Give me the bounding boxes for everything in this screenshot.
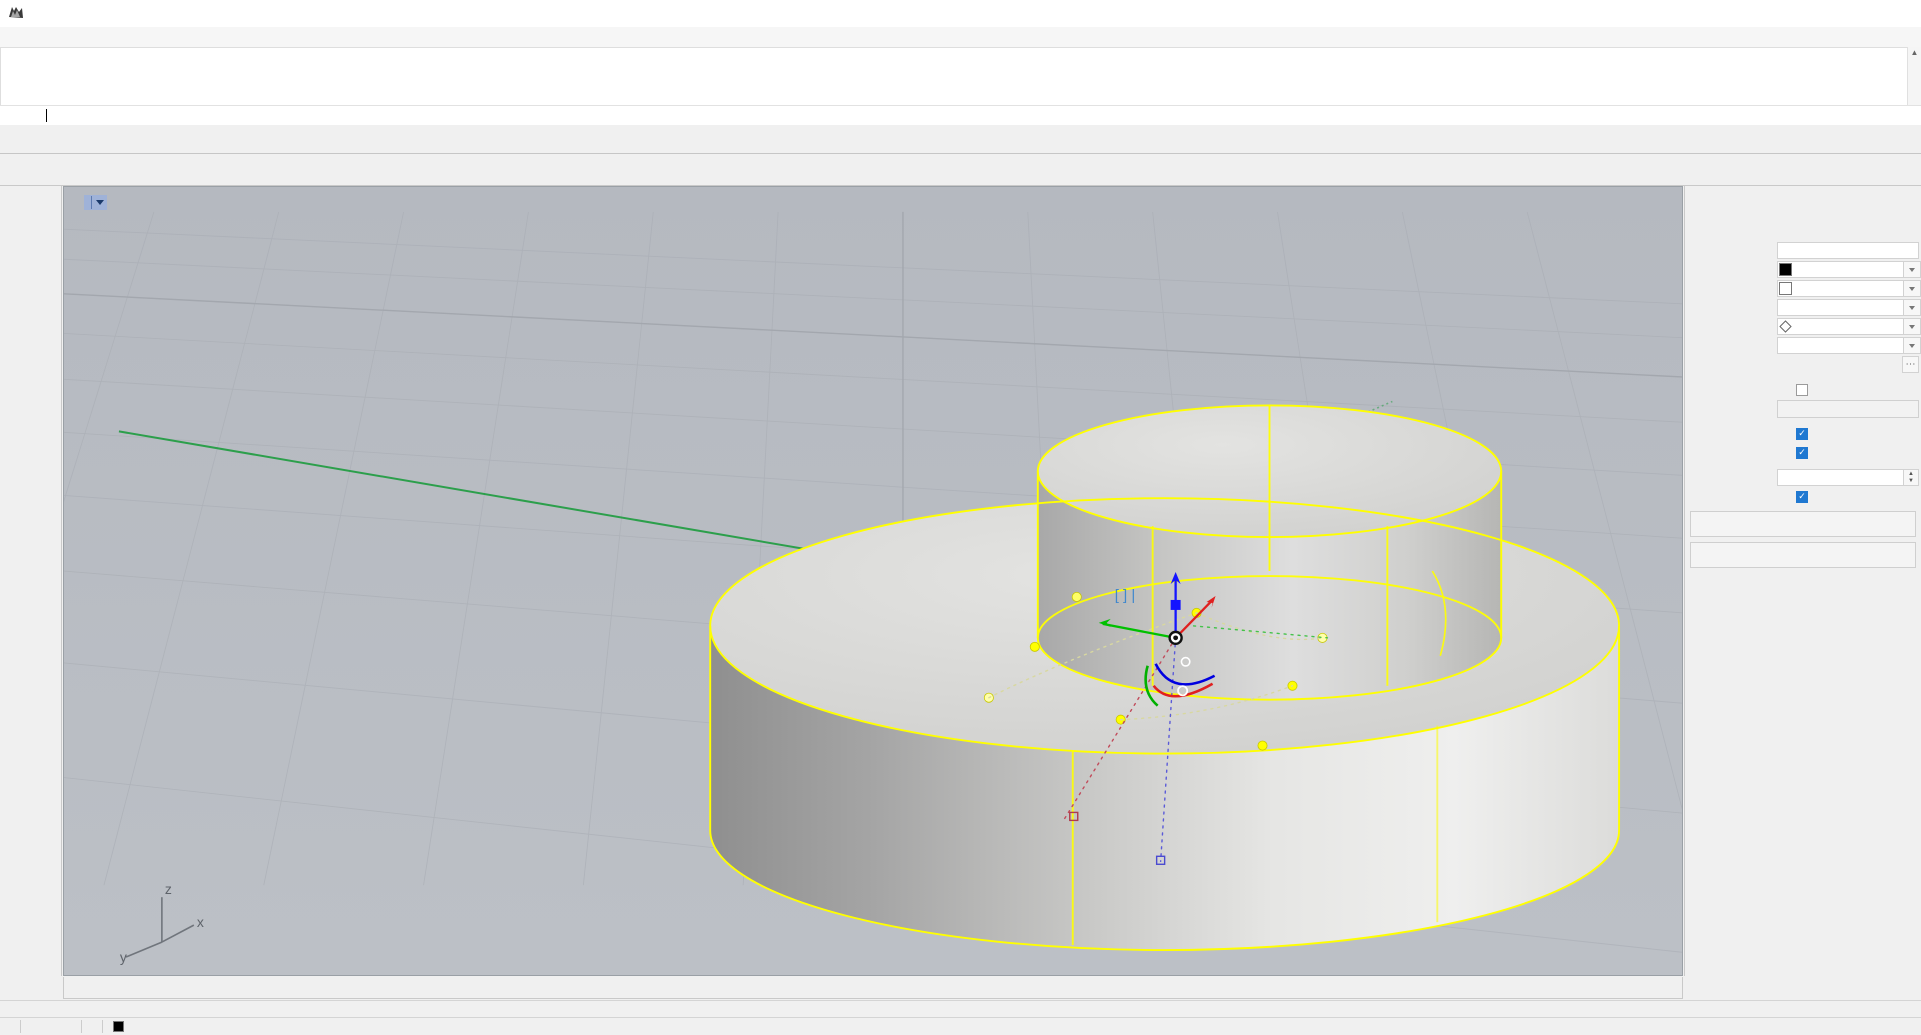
maximize-button[interactable] [1829,0,1875,27]
chevron-down-icon [1909,267,1915,272]
object-print-color-combo[interactable] [1777,318,1904,335]
left-tool-palette [0,186,62,976]
command-prompt-caret [46,109,47,122]
isocurve-density-stepper[interactable]: ▲ ▼ [1904,469,1919,486]
receive-shadows-checkbox[interactable]: ✓ [1796,446,1808,459]
diamond-icon [1779,320,1792,333]
object-print-color-dropdown-button[interactable] [1904,318,1921,335]
menu-bar [0,27,1921,47]
chevron-down-icon [1909,343,1915,348]
cast-shadows-row: ✓ [1685,424,1921,443]
viewport-tab-bar [63,977,1683,999]
object-print-width-row [1685,336,1921,355]
object-layer-combo[interactable] [1777,261,1904,278]
scroll-up-icon[interactable]: ▲ [1908,47,1921,59]
object-print-width-dropdown-button[interactable] [1904,337,1921,354]
chevron-down-icon [1909,305,1915,310]
rhino-application-window: ▲ ▼ [0,0,1921,1035]
object-linetype-combo[interactable] [1777,299,1904,316]
chevron-down-icon [1909,286,1915,291]
object-name-row [1685,241,1921,260]
panel-tab-row [1685,186,1921,212]
status-current-layer[interactable] [103,1021,138,1032]
status-bar [0,1017,1921,1035]
custom-mesh-row [1685,380,1921,399]
command-prompt[interactable] [0,105,1921,125]
viewport-3d-scene: [ ] | z x y [64,187,1682,975]
object-name-input[interactable] [1777,242,1919,259]
svg-text:y: y [120,949,127,965]
surface-isocurve-row: ✓ [1685,487,1921,506]
svg-text:x: x [197,914,204,930]
mesh-adjust-button[interactable] [1777,399,1919,418]
isocurve-density-row: ▲ ▼ [1685,468,1921,487]
window-controls [1783,0,1921,27]
object-print-width-combo[interactable] [1777,337,1904,354]
svg-text:[ ] |: [ ] | [1115,587,1136,604]
object-display-color-dropdown-button[interactable] [1904,280,1921,297]
chevron-down-icon[interactable] [96,200,104,205]
toolbar-tab-strip [0,126,1921,154]
object-snap-bar [0,1000,1921,1017]
properties-panel: ⋯ ✓ ✓ ▲ ▼ ✓ [1684,186,1921,976]
surface-isocurve-checkbox[interactable]: ✓ [1796,490,1808,503]
object-layer-row [1685,260,1921,279]
close-button[interactable] [1875,0,1921,27]
details-button[interactable] [1690,542,1916,568]
object-type-row [1685,222,1921,241]
stepper-up-icon[interactable]: ▲ [1904,470,1918,478]
object-layer-dropdown-button[interactable] [1904,261,1921,278]
svg-text:z: z [165,881,172,897]
command-history-line [1,52,1920,54]
chevron-down-icon [1909,324,1915,329]
object-display-color-combo[interactable] [1777,280,1904,297]
standard-icon-toolbar [0,154,1921,186]
match-properties-button[interactable] [1690,511,1916,537]
mesh-settings-row [1685,399,1921,418]
display-color-swatch [1779,282,1792,295]
title-bar [0,0,1921,28]
receive-shadows-row: ✓ [1685,443,1921,462]
viewport-title-label[interactable] [84,195,107,210]
object-display-color-row [1685,279,1921,298]
minimize-button[interactable] [1783,0,1829,27]
cast-shadows-checkbox[interactable]: ✓ [1796,427,1808,440]
stepper-down-icon[interactable]: ▼ [1904,477,1918,485]
perspective-viewport[interactable]: [ ] | z x y [63,186,1683,976]
object-linetype-dropdown-button[interactable] [1904,299,1921,316]
object-hyperlink-row: ⋯ [1685,355,1921,374]
current-layer-swatch [113,1021,124,1032]
isocurve-density-input[interactable] [1777,469,1904,486]
custom-mesh-checkbox[interactable] [1796,383,1808,396]
rhino-logo-icon [7,4,25,22]
object-linetype-row [1685,298,1921,317]
layer-color-swatch [1779,263,1792,276]
object-hyperlink-more-button[interactable]: ⋯ [1902,356,1919,373]
object-print-color-row [1685,317,1921,336]
